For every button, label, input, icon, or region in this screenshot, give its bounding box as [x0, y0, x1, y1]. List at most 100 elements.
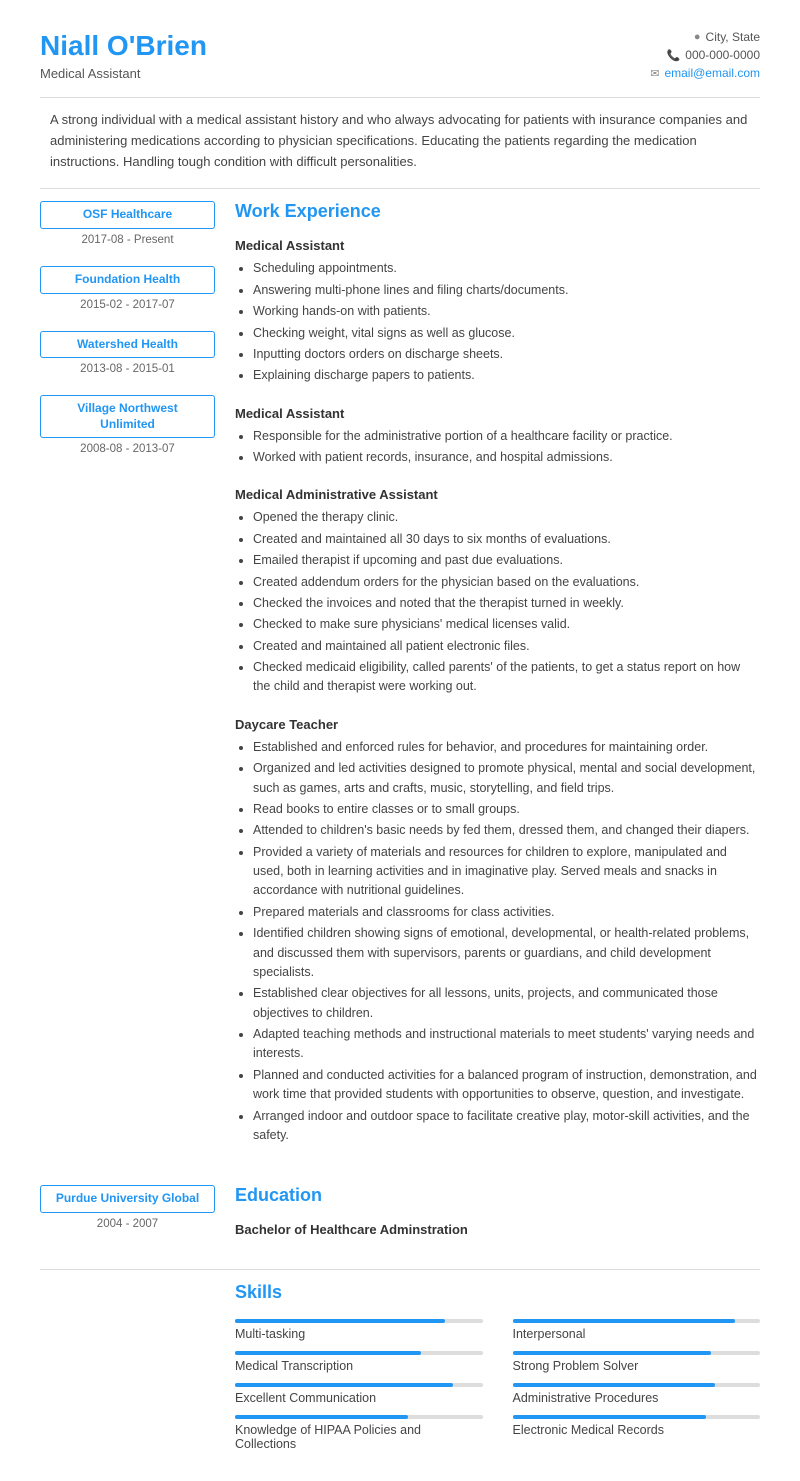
bullet-item: Opened the therapy clinic. — [253, 508, 760, 527]
skill-label: Multi-tasking — [235, 1327, 483, 1341]
bullet-item: Checking weight, vital signs as well as … — [253, 324, 760, 343]
bullet-item: Organized and led activities designed to… — [253, 759, 760, 798]
skill-bar — [513, 1383, 716, 1387]
employer-dates: 2008-08 - 2013-07 — [40, 443, 215, 455]
skill-item: Interpersonal — [513, 1319, 761, 1341]
candidate-name: Niall O'Brien — [40, 30, 207, 62]
bullet-item: Established clear objectives for all les… — [253, 984, 760, 1023]
summary: A strong individual with a medical assis… — [40, 110, 760, 172]
skills-content: Skills Multi-tasking Interpersonal Medic… — [225, 1282, 760, 1451]
summary-divider — [40, 188, 760, 189]
bullet-item: Explaining discharge papers to patients. — [253, 366, 760, 385]
skill-bar — [235, 1383, 453, 1387]
bullet-item: Emailed therapist if upcoming and past d… — [253, 551, 760, 570]
skill-bar — [513, 1415, 706, 1419]
location-icon: ● — [694, 31, 701, 43]
education-title: Education — [235, 1185, 760, 1208]
skill-bar-container — [235, 1415, 483, 1419]
job-block: Medical Assistant Responsible for the adm… — [235, 406, 760, 468]
skill-label: Strong Problem Solver — [513, 1359, 761, 1373]
bullet-item: Provided a variety of materials and reso… — [253, 843, 760, 901]
job-block: Medical AssistantScheduling appointments… — [235, 238, 760, 385]
skill-label: Administrative Procedures — [513, 1391, 761, 1405]
bullet-item: Identified children showing signs of emo… — [253, 924, 760, 982]
employer-block: Village Northwest Unlimited 2008-08 - 20… — [40, 395, 215, 455]
skill-bar-container — [235, 1319, 483, 1323]
skill-label: Excellent Communication — [235, 1391, 483, 1405]
employer-badge: OSF Healthcare — [40, 201, 215, 229]
email-icon: ✉ — [650, 67, 659, 80]
bullet-item: Planned and conducted activities for a b… — [253, 1066, 760, 1105]
skill-item: Administrative Procedures — [513, 1383, 761, 1405]
bullet-item: Created and maintained all 30 days to si… — [253, 530, 760, 549]
skills-left-spacer — [40, 1282, 225, 1451]
job-bullets: Established and enforced rules for behav… — [235, 738, 760, 1146]
phone-icon: 📞 — [667, 49, 681, 62]
job-bullets: Opened the therapy clinic. Created and ma… — [235, 508, 760, 696]
bullet-item: Attended to children's basic needs by fe… — [253, 821, 760, 840]
skill-bar — [235, 1351, 421, 1355]
bullet-item: Established and enforced rules for behav… — [253, 738, 760, 757]
skill-bar — [235, 1319, 445, 1323]
employer-badge: Watershed Health — [40, 331, 215, 359]
skill-bar-container — [513, 1351, 761, 1355]
edu-block: Bachelor of Healthcare Adminstration — [235, 1222, 760, 1237]
skill-item: Strong Problem Solver — [513, 1351, 761, 1373]
job-title-text: Medical Assistant — [235, 406, 760, 421]
bullet-item: Responsible for the administrative porti… — [253, 427, 760, 446]
employer-block: Foundation Health 2015-02 - 2017-07 — [40, 266, 215, 311]
skill-bar-container — [513, 1319, 761, 1323]
job-bullets: Scheduling appointments.Answering multi-… — [235, 259, 760, 385]
skill-label: Interpersonal — [513, 1327, 761, 1341]
skill-bar — [513, 1319, 736, 1323]
employer-block: Watershed Health 2013-08 - 2015-01 — [40, 331, 215, 376]
job-title-text: Medical Administrative Assistant — [235, 487, 760, 502]
city-state: City, State — [706, 30, 760, 44]
work-experience-section: OSF Healthcare 2017-08 - Present Foundat… — [40, 201, 760, 1165]
bullet-item: Worked with patient records, insurance, … — [253, 448, 760, 467]
bullet-item: Created addendum orders for the physicia… — [253, 573, 760, 592]
bullet-item: Prepared materials and classrooms for cl… — [253, 903, 760, 922]
job-bullets: Responsible for the administrative porti… — [235, 427, 760, 468]
bullet-item: Inputting doctors orders on discharge sh… — [253, 345, 760, 364]
job-block: Daycare TeacherEstablished and enforced … — [235, 717, 760, 1146]
skill-bar-container — [235, 1383, 483, 1387]
skill-bar-container — [513, 1383, 761, 1387]
bullet-item: Checked to make sure physicians' medical… — [253, 615, 760, 634]
bullet-item: Created and maintained all patient elect… — [253, 637, 760, 656]
skill-bar-container — [513, 1415, 761, 1419]
skill-item: Electronic Medical Records — [513, 1415, 761, 1451]
phone: 000-000-0000 — [685, 48, 760, 62]
left-col-edu: Purdue University Global 2004 - 2007 — [40, 1185, 225, 1257]
header-divider — [40, 97, 760, 98]
bullet-item: Checked medicaid eligibility, called par… — [253, 658, 760, 697]
skills-divider — [40, 1269, 760, 1270]
skills-grid: Multi-tasking Interpersonal Medical Tran… — [235, 1319, 760, 1451]
right-col-work: Work Experience Medical AssistantSchedul… — [225, 201, 760, 1165]
degree-title: Bachelor of Healthcare Adminstration — [235, 1222, 760, 1237]
skill-bar — [235, 1415, 408, 1419]
header: Niall O'Brien Medical Assistant ● City, … — [40, 30, 760, 81]
job-title: Medical Assistant — [40, 66, 207, 81]
edu-employer-block: Purdue University Global 2004 - 2007 — [40, 1185, 215, 1230]
skill-item: Knowledge of HIPAA Policies and Collecti… — [235, 1415, 483, 1451]
header-right: ● City, State 📞 000-000-0000 ✉ email@ema… — [650, 30, 760, 80]
city-state-item: ● City, State — [650, 30, 760, 44]
edu-institution-badge: Purdue University Global — [40, 1185, 215, 1213]
left-col-work: OSF Healthcare 2017-08 - Present Foundat… — [40, 201, 225, 1165]
bullet-item: Answering multi-phone lines and filing c… — [253, 281, 760, 300]
skill-label: Knowledge of HIPAA Policies and Collecti… — [235, 1423, 483, 1451]
bullet-item: Checked the invoices and noted that the … — [253, 594, 760, 613]
phone-item: 📞 000-000-0000 — [650, 48, 760, 62]
job-block: Medical Administrative Assistant Opened t… — [235, 487, 760, 696]
skill-label: Electronic Medical Records — [513, 1423, 761, 1437]
employer-badge: Village Northwest Unlimited — [40, 395, 215, 438]
email-link[interactable]: email@email.com — [664, 66, 760, 80]
skills-title: Skills — [235, 1282, 760, 1305]
resume-container: Niall O'Brien Medical Assistant ● City, … — [0, 0, 800, 1481]
employer-dates: 2013-08 - 2015-01 — [40, 363, 215, 375]
header-left: Niall O'Brien Medical Assistant — [40, 30, 207, 81]
skill-bar-container — [235, 1351, 483, 1355]
bullet-item: Read books to entire classes or to small… — [253, 800, 760, 819]
skill-label: Medical Transcription — [235, 1359, 483, 1373]
